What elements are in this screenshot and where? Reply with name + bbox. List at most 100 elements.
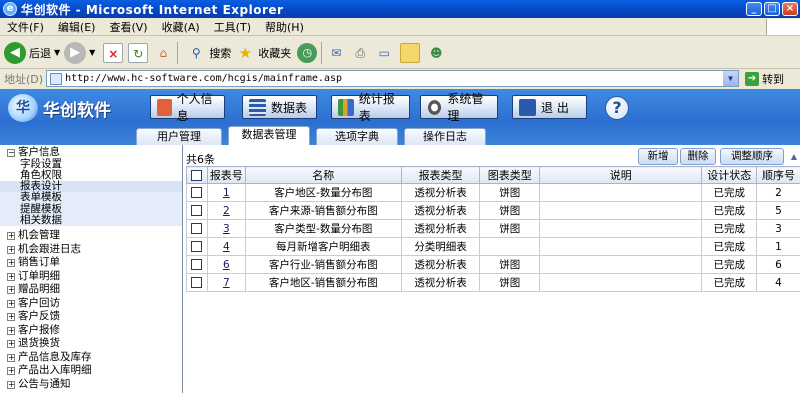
tab-option-dictionary[interactable]: 选项字典 [316, 128, 398, 145]
table-row[interactable]: 7 客户地区-销售额分布图 透视分析表 饼图 已完成 4 [186, 273, 800, 292]
minimize-button[interactable]: _ [746, 2, 762, 16]
report-id-link[interactable]: 1 [223, 187, 230, 199]
table-row[interactable]: 3 客户类型-数量分布图 透视分析表 饼图 已完成 3 [186, 219, 800, 238]
column-header[interactable]: 说明 [539, 166, 703, 184]
maximize-button[interactable]: □ [764, 2, 780, 16]
report-id-link[interactable]: 6 [223, 259, 230, 271]
address-bar: 地址(D) http://www.hc-software.com/hcgis/m… [0, 69, 800, 88]
main-area: − 客户信息 字段设置 角色权限 报表设计 表单模板 提醒模板 相关数据 + 机会… [0, 145, 800, 393]
report-type: 分类明细表 [400, 237, 481, 256]
go-button[interactable]: ➔ 转到 [745, 71, 784, 87]
tree-node-announcements[interactable]: + 公告与通知 [0, 378, 182, 391]
expand-icon[interactable]: + [7, 259, 15, 268]
tree-node-stock-movements[interactable]: + 产品出入库明细 [0, 365, 182, 377]
row-checkbox[interactable] [191, 241, 203, 252]
refresh-icon[interactable]: ↻ [128, 42, 149, 63]
expand-icon[interactable]: + [7, 313, 15, 322]
table-row[interactable]: 2 客户来源-销售额分布图 透视分析表 饼图 已完成 5 [186, 201, 800, 220]
tree-item-form-templates[interactable]: 表单模板 [0, 192, 182, 204]
column-header[interactable]: 顺序号 [755, 166, 800, 184]
add-button[interactable]: 新增 [638, 148, 678, 165]
row-checkbox[interactable] [191, 223, 203, 234]
row-checkbox[interactable] [191, 205, 203, 216]
tree-node-customer-info[interactable]: − 客户信息 [0, 146, 182, 159]
row-checkbox[interactable] [191, 259, 203, 270]
tree-item-related-data[interactable]: 相关数据 [0, 214, 182, 227]
select-all-checkbox[interactable] [191, 170, 203, 181]
nav-data-tables[interactable]: 数据表 [242, 95, 317, 119]
tree-node-customer-feedback[interactable]: + 客户反馈 [0, 311, 182, 323]
nav-system-admin[interactable]: 系统管理 [420, 92, 498, 123]
delete-button[interactable]: 删除 [680, 148, 716, 165]
tab-operation-log[interactable]: 操作日志 [404, 128, 486, 145]
tree-node-order-details[interactable]: + 订单明细 [0, 270, 182, 283]
stop-icon[interactable]: × [103, 42, 124, 63]
column-header[interactable]: 设计状态 [701, 166, 757, 184]
column-header[interactable]: 图表类型 [479, 166, 541, 184]
report-id-link[interactable]: 3 [223, 223, 230, 235]
menu-view[interactable]: 查看(V) [102, 19, 154, 35]
report-id-link[interactable]: 4 [223, 241, 230, 253]
discuss-icon[interactable] [400, 42, 421, 63]
back-dropdown-icon[interactable]: ▼ [54, 48, 60, 57]
tree-node-gift-details[interactable]: + 赠品明细 [0, 284, 182, 296]
collapse-icon[interactable]: − [7, 148, 15, 157]
expand-icon[interactable]: + [7, 353, 15, 362]
expand-icon[interactable]: + [7, 326, 15, 335]
mail-icon[interactable]: ✉ [326, 43, 346, 63]
edit-icon[interactable]: ▭ [374, 43, 394, 63]
address-input[interactable]: http://www.hc-software.com/hcgis/mainfra… [46, 70, 740, 87]
tab-user-management[interactable]: 用户管理 [136, 128, 222, 145]
nav-reports[interactable]: 统计报表 [331, 92, 410, 123]
forward-button[interactable]: ▶ ▼ [64, 41, 95, 64]
home-icon[interactable]: ⌂ [153, 43, 173, 63]
expand-icon[interactable]: + [7, 286, 15, 295]
tree-node-opportunity-log[interactable]: + 机会跟进日志 [0, 243, 182, 256]
column-header[interactable]: 名称 [244, 166, 402, 184]
scroll-up-icon[interactable]: ▲ [788, 148, 800, 165]
nav-logout[interactable]: 退 出 [512, 95, 587, 119]
help-icon[interactable]: ? [605, 96, 629, 120]
back-button[interactable]: ◀ 后退 ▼ [4, 41, 60, 64]
column-header[interactable]: 报表类型 [400, 166, 481, 184]
expand-icon[interactable]: + [7, 232, 15, 241]
address-dropdown-icon[interactable]: ▼ [723, 71, 739, 86]
expand-icon[interactable]: + [7, 272, 15, 281]
row-checkbox[interactable] [191, 187, 203, 198]
menu-edit[interactable]: 编辑(E) [51, 19, 103, 35]
reorder-button[interactable]: 调整顺序 [720, 148, 784, 165]
tree-node-opportunities[interactable]: + 机会管理 [0, 230, 182, 242]
expand-icon[interactable]: + [7, 299, 15, 308]
tree-node-customer-repairs[interactable]: + 客户报修 [0, 324, 182, 337]
expand-icon[interactable]: + [7, 340, 15, 349]
expand-icon[interactable]: + [7, 380, 15, 389]
tree-node-returns[interactable]: + 退货换货 [0, 338, 182, 350]
table-row[interactable]: 6 客户行业-销售额分布图 透视分析表 饼图 已完成 6 [186, 255, 800, 274]
menu-file[interactable]: 文件(F) [0, 19, 51, 35]
menu-tools[interactable]: 工具(T) [207, 19, 258, 35]
table-row[interactable]: 4 每月新增客户明细表 分类明细表 已完成 1 [186, 237, 800, 256]
column-header[interactable]: 报表号 [206, 166, 246, 184]
forward-dropdown-icon[interactable]: ▼ [89, 48, 95, 57]
search-button[interactable]: ⚲ 搜索 [186, 43, 231, 63]
tree-node-sales-orders[interactable]: + 销售订单 [0, 257, 182, 269]
menu-help[interactable]: 帮助(H) [258, 19, 311, 35]
select-all-header[interactable] [186, 166, 208, 184]
report-id-link[interactable]: 7 [223, 277, 230, 289]
expand-icon[interactable]: + [7, 245, 15, 254]
tree-node-products-inventory[interactable]: + 产品信息及库存 [0, 351, 182, 364]
history-icon[interactable]: ◷ [297, 42, 318, 63]
messenger-icon[interactable]: ☻ [426, 43, 446, 63]
favorites-button[interactable]: ★ 收藏夹 [235, 43, 292, 63]
row-checkbox[interactable] [191, 277, 203, 288]
print-icon[interactable]: ⎙ [350, 43, 370, 63]
tree-node-customer-visits[interactable]: + 客户回访 [0, 297, 182, 310]
table-row[interactable]: 1 客户地区-数量分布图 透视分析表 饼图 已完成 2 [186, 183, 800, 202]
tab-data-table-management[interactable]: 数据表管理 [228, 126, 310, 145]
nav-personal-info[interactable]: 个人信息 [150, 92, 225, 123]
report-id-link[interactable]: 2 [223, 205, 230, 217]
close-button[interactable]: × [782, 2, 798, 16]
tree-node-label: 机会管理 [18, 229, 60, 242]
menu-favorites[interactable]: 收藏(A) [155, 19, 207, 35]
expand-icon[interactable]: + [7, 367, 15, 376]
